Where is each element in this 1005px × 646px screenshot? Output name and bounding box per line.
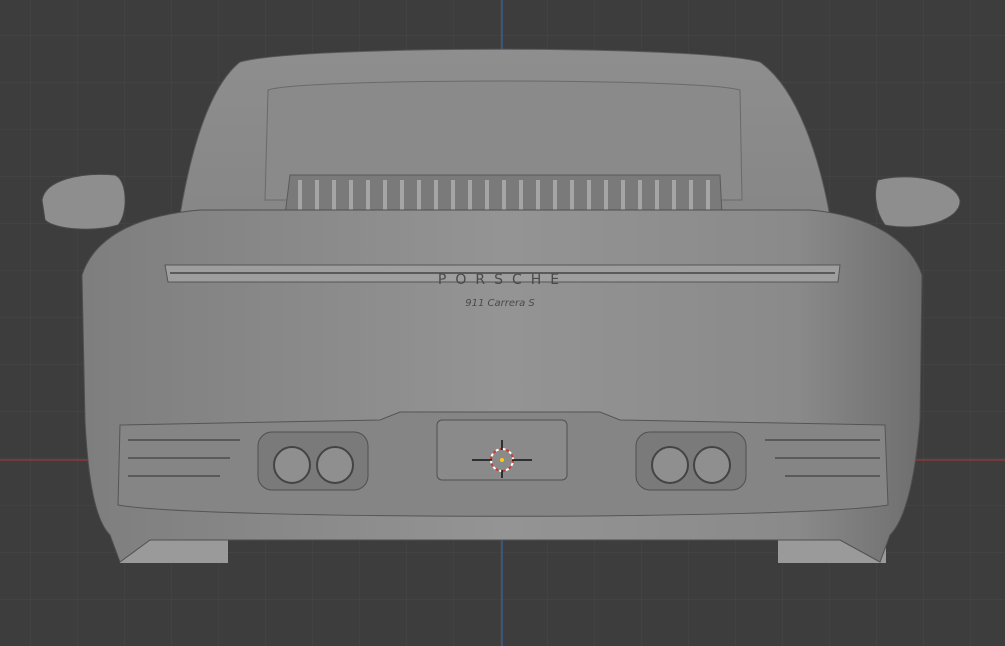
exhaust-tip <box>651 446 689 484</box>
3d-viewport[interactable]: PORSCHE 911 Carrera S <box>0 0 1005 646</box>
porsche-lettering: PORSCHE <box>438 272 568 288</box>
viewport-canvas[interactable]: PORSCHE 911 Carrera S <box>0 0 1005 646</box>
exhaust-tip <box>693 446 731 484</box>
model-badge: 911 Carrera S <box>465 298 535 309</box>
exhaust-tip <box>273 446 311 484</box>
exhaust-tip <box>316 446 354 484</box>
